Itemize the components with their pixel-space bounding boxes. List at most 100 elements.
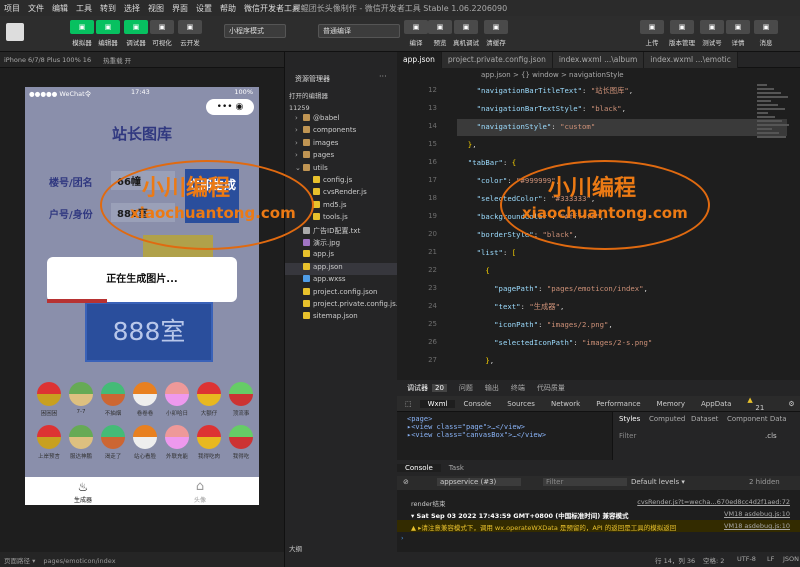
- devtools-tab[interactable]: 输出: [485, 383, 499, 393]
- emoji-face[interactable]: [69, 425, 93, 449]
- styles-tab[interactable]: Styles: [619, 415, 640, 423]
- tree-item[interactable]: › components: [285, 126, 398, 138]
- devtools-subtab[interactable]: Network: [543, 400, 588, 408]
- fire-icon[interactable]: ♨: [73, 480, 93, 494]
- tree-item[interactable]: ⌄ utils: [285, 163, 398, 176]
- emoji-face[interactable]: [229, 425, 253, 449]
- status-item[interactable]: JSON: [783, 555, 799, 563]
- cls-toggle[interactable]: .cls: [765, 432, 777, 440]
- inspect-icon[interactable]: ⬚: [397, 400, 420, 408]
- code-line[interactable]: "navigationBarTextStyle": "black",: [459, 104, 626, 113]
- devtools-tab[interactable]: 代码质量: [537, 383, 565, 393]
- devtools-subtab[interactable]: Memory: [649, 400, 693, 408]
- menu-item[interactable]: 工具: [72, 3, 96, 14]
- status-item[interactable]: 空格: 2: [703, 555, 724, 565]
- tab-generator[interactable]: 生成器: [65, 495, 101, 504]
- styles-filter[interactable]: Filter: [619, 432, 636, 440]
- code-line[interactable]: {: [459, 266, 489, 275]
- warning-count[interactable]: ▲ 21: [739, 396, 780, 412]
- menu-item[interactable]: 选择: [120, 3, 144, 14]
- wxml-node[interactable]: <page>: [397, 415, 612, 423]
- emoji-face[interactable]: [37, 382, 61, 406]
- code-line[interactable]: "navigationStyle": "custom": [459, 122, 596, 131]
- devtools-tab[interactable]: 调试器: [407, 383, 428, 393]
- tree-item[interactable]: › pages: [285, 151, 398, 163]
- emoji-face[interactable]: [69, 382, 93, 406]
- devtools-tab[interactable]: 终端: [511, 383, 525, 393]
- emoji-face[interactable]: [165, 382, 189, 406]
- toolbar-button[interactable]: ▣ 真机调试: [450, 20, 482, 47]
- editor-tab[interactable]: index.wxml ...\album: [552, 52, 645, 68]
- emoji-face[interactable]: [229, 382, 253, 406]
- editor-tab[interactable]: project.private.config.json: [441, 52, 553, 68]
- menu-item[interactable]: 项目: [0, 3, 24, 14]
- prompt-icon[interactable]: ›: [401, 534, 404, 542]
- context-select[interactable]: appservice (#3): [437, 478, 521, 486]
- menu-item[interactable]: 视图: [144, 3, 168, 14]
- toolbar-button[interactable]: ▣ 清缓存: [480, 20, 512, 47]
- mode-select[interactable]: 小程序模式: [224, 24, 286, 38]
- path-label[interactable]: 页面路径 ▾: [4, 557, 35, 565]
- emoji-face[interactable]: [101, 425, 125, 449]
- minimap[interactable]: [757, 82, 800, 142]
- status-item[interactable]: UTF-8: [737, 555, 756, 563]
- emoji-face[interactable]: [133, 382, 157, 406]
- toolbar-button[interactable]: ▣ 版本管理: [666, 20, 698, 47]
- code-line[interactable]: },: [459, 356, 494, 365]
- tree-item[interactable]: 广告ID配置.txt: [285, 226, 398, 238]
- toolbar-button[interactable]: ▣ 云开发: [174, 20, 206, 47]
- console-tab[interactable]: Task: [441, 464, 472, 472]
- menu-item[interactable]: 编辑: [48, 3, 72, 14]
- menu-item[interactable]: 帮助: [216, 3, 240, 14]
- home-icon[interactable]: ⌂: [190, 479, 210, 494]
- close-icon[interactable]: ◉: [235, 102, 243, 112]
- more-icon[interactable]: ···: [379, 72, 387, 81]
- devtools-subtab[interactable]: Sources: [499, 400, 543, 408]
- styles-tab[interactable]: Dataset: [691, 415, 718, 423]
- console-tab[interactable]: Console: [397, 464, 441, 472]
- code-line[interactable]: "selectedIconPath": "images/2-s.png": [459, 338, 652, 347]
- tree-item[interactable]: project.config.json: [285, 287, 398, 300]
- console-filter-input[interactable]: Filter: [543, 478, 627, 486]
- code-line[interactable]: "navigationBarTitleText": "站长图库",: [459, 86, 634, 96]
- menu-item[interactable]: 转到: [96, 3, 120, 14]
- code-line[interactable]: "text": "生成器",: [459, 302, 564, 312]
- hot-reload-toggle[interactable]: 热重载 开: [103, 55, 131, 65]
- clear-icon[interactable]: ⊘: [403, 478, 409, 486]
- menu-item[interactable]: 文件: [24, 3, 48, 14]
- styles-tab[interactable]: Component Data: [727, 415, 787, 423]
- tree-item[interactable]: sitemap.json: [285, 312, 398, 324]
- devtools-subtab[interactable]: Performance: [588, 400, 648, 408]
- emoji-face[interactable]: [197, 382, 221, 406]
- tree-item[interactable]: › images: [285, 138, 398, 151]
- tab-avatar[interactable]: 头像: [182, 495, 218, 504]
- code-line[interactable]: },: [459, 140, 477, 149]
- emoji-face[interactable]: [165, 425, 189, 449]
- devtools-subtab[interactable]: Console: [455, 400, 499, 408]
- avatar[interactable]: [6, 23, 24, 41]
- emoji-face[interactable]: [133, 425, 157, 449]
- wxml-node[interactable]: ▸<view class="canvasBox">…</view>: [397, 431, 612, 439]
- tree-item[interactable]: app.wxss: [285, 275, 398, 287]
- project-root[interactable]: 11259: [289, 104, 310, 112]
- gear-icon[interactable]: ⚙: [780, 400, 800, 408]
- editor-tab[interactable]: app.json: [397, 52, 442, 68]
- tree-item[interactable]: project.private.config.js...: [285, 300, 402, 312]
- wxml-node[interactable]: ▸<view class="page">…</view>: [397, 423, 612, 431]
- menu-item[interactable]: 界面: [168, 3, 192, 14]
- devtools-tab[interactable]: 问题: [459, 383, 473, 393]
- more-icon[interactable]: •••: [217, 102, 233, 112]
- capsule-menu[interactable]: ••• ◉: [206, 99, 254, 115]
- outline-section[interactable]: 大纲: [289, 543, 302, 553]
- menu-item[interactable]: 微信开发者工具: [240, 3, 304, 14]
- tree-item[interactable]: app.json: [285, 262, 398, 276]
- devtools-subtab[interactable]: Wxml: [419, 399, 456, 408]
- toolbar-button[interactable]: ▣ 消息: [750, 20, 782, 47]
- menu-item[interactable]: 设置: [192, 3, 216, 14]
- tree-item[interactable]: › @babel: [285, 114, 398, 126]
- toolbar-button[interactable]: ▣ 上传: [636, 20, 668, 47]
- code-line[interactable]: "iconPath": "images/2.png",: [459, 320, 613, 329]
- emoji-face[interactable]: [197, 425, 221, 449]
- source-link[interactable]: VM18 asdebug.js:10: [724, 522, 790, 530]
- devtools-subtab[interactable]: AppData: [693, 400, 739, 408]
